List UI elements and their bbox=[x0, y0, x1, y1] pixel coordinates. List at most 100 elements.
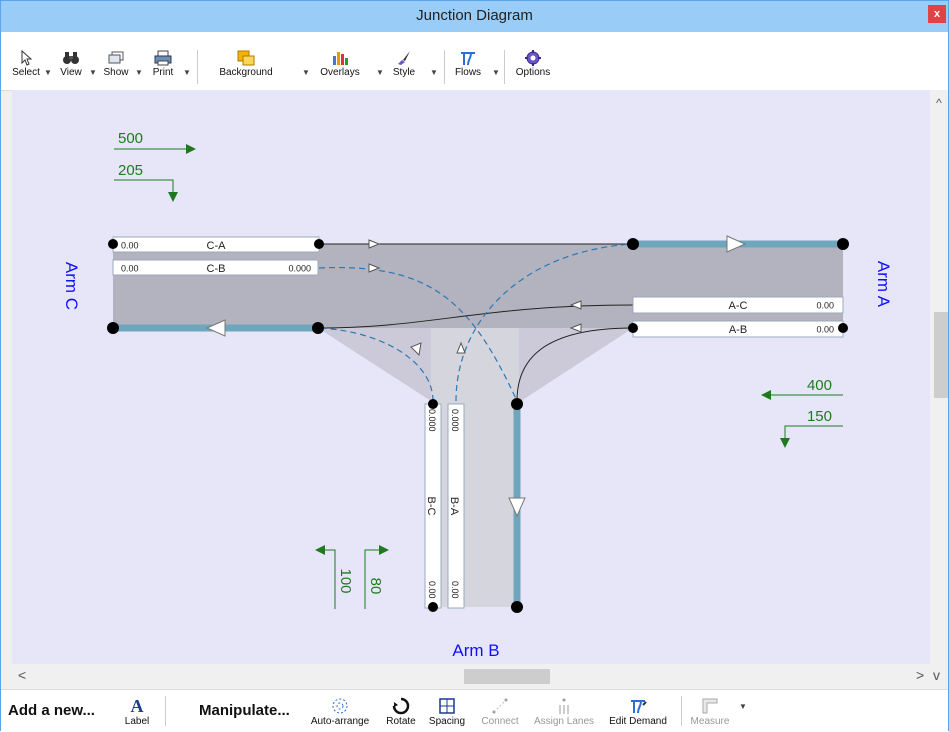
bar-chart-icon bbox=[333, 52, 348, 65]
arm-a-straight-flow: 400 bbox=[807, 377, 832, 394]
node-point[interactable] bbox=[428, 602, 438, 612]
junction-diagram-window: Junction Diagram x Select ▼ View ▼ Show … bbox=[0, 0, 949, 732]
connect-icon bbox=[492, 698, 508, 714]
vertical-scroll-thumb[interactable] bbox=[934, 312, 948, 398]
spacing-label: Spacing bbox=[428, 716, 466, 727]
style-button[interactable]: Style bbox=[387, 50, 421, 78]
node-point[interactable] bbox=[312, 322, 324, 334]
toolbar-separator bbox=[681, 696, 682, 726]
arm-a-flow-indicator: 400 150 bbox=[761, 377, 843, 448]
flow-arrow-icon bbox=[315, 545, 336, 609]
assign-lanes-label: Assign Lanes bbox=[533, 716, 595, 727]
print-dropdown-icon[interactable]: ▼ bbox=[183, 68, 191, 77]
lane-a-b-value: 0.00 bbox=[816, 325, 834, 335]
diagram-canvas[interactable]: 0.00 C-A 0.00 C-B 0.000 A-C 0.00 A-B 0.0… bbox=[12, 90, 930, 664]
node-point[interactable] bbox=[511, 601, 523, 613]
arm-a-label: Arm A bbox=[874, 261, 893, 308]
view-dropdown-icon[interactable]: ▼ bbox=[89, 68, 97, 77]
node-point[interactable] bbox=[107, 322, 119, 334]
style-dropdown-icon[interactable]: ▼ bbox=[430, 68, 438, 77]
flows-button[interactable]: Flows bbox=[451, 50, 485, 78]
lane-a-b[interactable]: A-B 0.00 bbox=[632, 320, 844, 338]
edit-demand-button[interactable]: Edit Demand bbox=[603, 696, 673, 727]
node-point[interactable] bbox=[838, 323, 848, 333]
background-button[interactable]: Background bbox=[206, 50, 286, 78]
auto-arrange-label: Auto-arrange bbox=[310, 716, 370, 727]
select-dropdown-icon[interactable]: ▼ bbox=[44, 68, 52, 77]
arm-c-straight-flow: 500 bbox=[118, 130, 143, 147]
lane-b-a-bottom: 0.00 bbox=[450, 581, 460, 599]
toolbar-separator bbox=[504, 50, 505, 84]
assign-lanes-icon bbox=[559, 698, 569, 714]
scroll-right-icon[interactable]: > bbox=[916, 667, 924, 683]
node-point[interactable] bbox=[628, 323, 638, 333]
binoculars-icon bbox=[63, 52, 79, 64]
auto-arrange-button[interactable]: Auto-arrange bbox=[304, 696, 376, 727]
node-point[interactable] bbox=[837, 238, 849, 250]
lane-c-b[interactable]: 0.00 C-B 0.000 bbox=[112, 259, 319, 276]
node-point[interactable] bbox=[314, 239, 324, 249]
minor-road bbox=[431, 328, 519, 607]
arm-b-label: Arm B bbox=[452, 641, 499, 660]
rotate-label: Rotate bbox=[386, 716, 416, 727]
edit-demand-icon bbox=[631, 700, 647, 714]
background-dropdown-icon[interactable]: ▼ bbox=[302, 68, 310, 77]
spacing-button[interactable]: Spacing bbox=[424, 696, 470, 727]
options-label: Options bbox=[515, 67, 551, 78]
rotate-button[interactable]: Rotate bbox=[382, 696, 420, 727]
scroll-left-icon[interactable]: < bbox=[18, 667, 26, 683]
show-label: Show bbox=[103, 67, 129, 78]
connect-button[interactable]: Connect bbox=[475, 696, 525, 727]
select-label: Select bbox=[12, 67, 40, 78]
node-point[interactable] bbox=[627, 238, 639, 250]
node-point[interactable] bbox=[428, 399, 438, 409]
horizontal-scrollbar[interactable]: < > v bbox=[12, 664, 948, 688]
lane-c-b-name: C-B bbox=[207, 263, 226, 275]
scroll-down-icon[interactable]: v bbox=[933, 667, 940, 683]
print-button[interactable]: Print bbox=[143, 50, 183, 78]
view-button[interactable]: View bbox=[53, 50, 89, 78]
lane-a-c-value: 0.00 bbox=[816, 301, 834, 311]
arm-a-turn-flow: 150 bbox=[807, 408, 832, 425]
horizontal-scroll-thumb[interactable] bbox=[464, 669, 550, 684]
flows-icon bbox=[461, 52, 475, 66]
spacing-icon bbox=[439, 698, 455, 714]
toolbar-separator bbox=[197, 50, 198, 84]
show-button[interactable]: Show bbox=[98, 50, 134, 78]
assign-lanes-button[interactable]: Assign Lanes bbox=[528, 696, 600, 727]
show-dropdown-icon[interactable]: ▼ bbox=[135, 68, 143, 77]
close-button[interactable]: x bbox=[928, 5, 946, 23]
toolbar-separator bbox=[165, 696, 166, 726]
overlays-button[interactable]: Overlays bbox=[314, 50, 366, 78]
print-label: Print bbox=[152, 67, 174, 78]
text-a-icon: A bbox=[130, 695, 144, 716]
overlays-label: Overlays bbox=[320, 67, 360, 78]
toolbar-separator bbox=[444, 50, 445, 84]
node-point[interactable] bbox=[108, 239, 118, 249]
title-bar: Junction Diagram x bbox=[1, 1, 948, 32]
lane-a-c[interactable]: A-C 0.00 bbox=[632, 296, 844, 314]
junction-diagram: 0.00 C-A 0.00 C-B 0.000 A-C 0.00 A-B 0.0… bbox=[62, 130, 893, 660]
scroll-up-icon[interactable]: ^ bbox=[930, 96, 948, 110]
add-label-button[interactable]: A Label bbox=[122, 695, 152, 728]
lane-b-a[interactable]: 0.000 B-A 0.00 bbox=[447, 403, 465, 609]
options-button[interactable]: Options bbox=[511, 50, 555, 78]
arm-b-right-flow: 80 bbox=[367, 578, 384, 595]
vertical-scrollbar[interactable]: ^ bbox=[930, 90, 948, 664]
lane-c-a[interactable]: 0.00 C-A bbox=[112, 236, 320, 253]
lane-b-c[interactable]: 0.000 B-C 0.00 bbox=[424, 403, 442, 609]
select-button[interactable]: Select bbox=[9, 50, 43, 78]
cursor-icon bbox=[21, 50, 32, 66]
edit-demand-label: Edit Demand bbox=[609, 716, 667, 727]
toolbar: Select ▼ View ▼ Show ▼ Print ▼ Backgroun… bbox=[1, 32, 948, 91]
overlays-dropdown-icon[interactable]: ▼ bbox=[376, 68, 384, 77]
measure-dropdown-icon[interactable]: ▼ bbox=[739, 702, 747, 711]
background-icon bbox=[237, 50, 255, 66]
measure-label: Measure bbox=[690, 716, 730, 727]
add-new-label: Add a new... bbox=[8, 702, 95, 719]
node-point[interactable] bbox=[511, 398, 523, 410]
flows-dropdown-icon[interactable]: ▼ bbox=[492, 68, 500, 77]
measure-button[interactable]: Measure bbox=[687, 696, 733, 727]
lane-b-a-top: 0.000 bbox=[450, 409, 460, 432]
lane-c-b-value: 0.00 bbox=[121, 264, 139, 274]
